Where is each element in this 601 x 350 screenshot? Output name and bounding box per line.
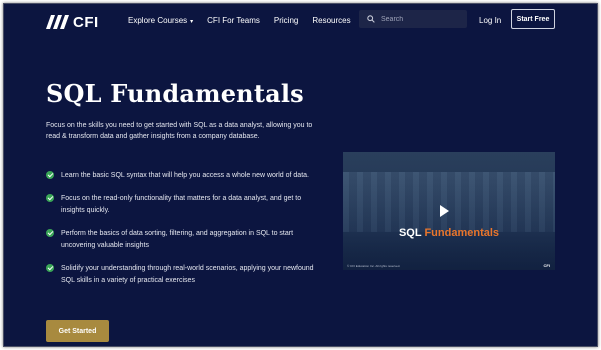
list-item: Focus on the read-only functionality tha… [46, 193, 316, 217]
list-item: Perform the basics of data sorting, filt… [46, 228, 316, 252]
login-link[interactable]: Log In [479, 16, 501, 25]
bullet-text: Learn the basic SQL syntax that will hel… [61, 172, 309, 179]
check-circle-icon [46, 194, 54, 202]
nav-label: Resources [312, 16, 351, 25]
start-free-button[interactable]: Start Free [511, 9, 555, 29]
cfi-logo[interactable]: CFI [46, 13, 99, 31]
chevron-down-icon: ▾ [190, 18, 194, 25]
video-logo: CFI [543, 263, 550, 268]
check-circle-icon [46, 171, 54, 179]
video-background [343, 172, 555, 232]
search-input[interactable] [381, 15, 461, 23]
search-icon [367, 15, 375, 23]
benefit-list: Learn the basic SQL syntax that will hel… [46, 170, 316, 298]
page-title: SQL Fundamentals [46, 79, 304, 108]
logo-text: CFI [73, 13, 99, 31]
get-started-button[interactable]: Get Started [46, 320, 109, 342]
nav-label: Pricing [273, 16, 299, 25]
list-item: Solidify your understanding through real… [46, 263, 316, 287]
nav-label: CFI For Teams [207, 16, 260, 25]
check-circle-icon [46, 229, 54, 237]
cfi-logo-icon [46, 15, 69, 29]
check-circle-icon [46, 264, 54, 272]
nav-resources[interactable]: Resources [312, 16, 350, 25]
nav-cfi-for-teams[interactable]: CFI For Teams [207, 16, 260, 25]
search-box[interactable] [359, 10, 467, 28]
video-footer-text: © CFI Education Inc. All rights reserved… [347, 264, 401, 268]
video-title-part2: Fundamentals [424, 227, 500, 239]
bullet-text: Focus on the read-only functionality tha… [61, 195, 302, 214]
bullet-text: Perform the basics of data sorting, filt… [61, 230, 294, 249]
nav-explore-courses[interactable]: Explore Courses ▾ [128, 16, 193, 25]
play-icon[interactable] [440, 205, 449, 217]
page: CFI Explore Courses ▾ CFI For Teams Pric… [3, 3, 598, 347]
video-title: SQL Fundamentals [343, 227, 555, 239]
nav-pricing[interactable]: Pricing [274, 16, 298, 25]
list-item: Learn the basic SQL syntax that will hel… [46, 170, 316, 182]
main-nav: Explore Courses ▾ CFI For Teams Pricing … [128, 16, 365, 25]
bullet-text: Solidify your understanding through real… [61, 265, 314, 284]
video-title-part1: SQL [398, 227, 425, 239]
course-video-thumbnail[interactable]: SQL Fundamentals © CFI Education Inc. Al… [343, 152, 555, 270]
course-intro: Focus on the skills you need to get star… [46, 122, 313, 140]
nav-label: Explore Courses [128, 16, 188, 25]
